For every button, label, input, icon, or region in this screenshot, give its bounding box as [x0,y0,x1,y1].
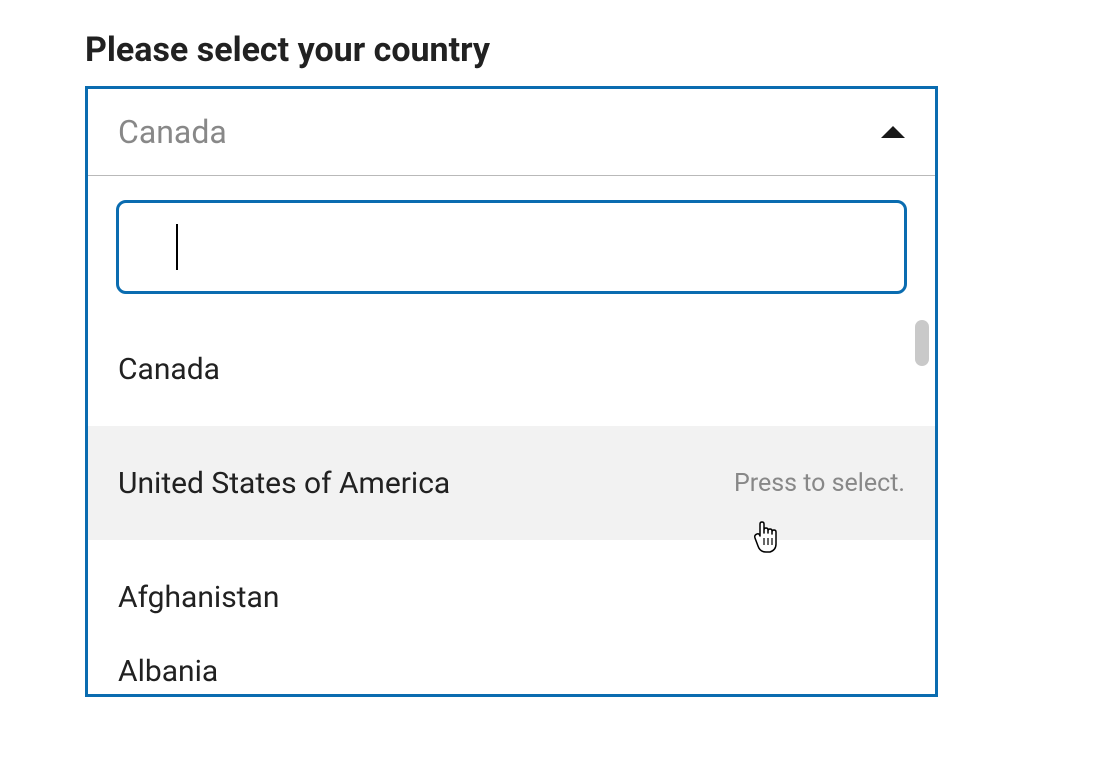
country-combobox: Canada Canada United States of America P… [85,86,938,697]
option-label: Afghanistan [118,580,279,615]
option-label: United States of America [118,466,450,501]
combobox-trigger[interactable]: Canada [88,89,935,175]
country-listbox: Canada United States of America Press to… [88,312,935,694]
text-cursor [176,224,178,270]
country-option[interactable]: Canada [88,312,935,426]
combobox-selected-value: Canada [118,113,227,151]
scrollbar-thumb[interactable] [915,320,929,366]
option-hint: Press to select. [734,469,905,498]
field-label: Please select your country [85,30,1116,70]
option-label: Canada [118,352,220,387]
country-option[interactable]: Albania [88,654,935,694]
country-search-input[interactable] [116,200,907,294]
chevron-up-icon [881,126,905,138]
country-option[interactable]: Afghanistan [88,540,935,654]
country-option[interactable]: United States of America Press to select… [88,426,935,540]
option-label: Albania [118,654,218,689]
search-wrapper [88,176,935,312]
